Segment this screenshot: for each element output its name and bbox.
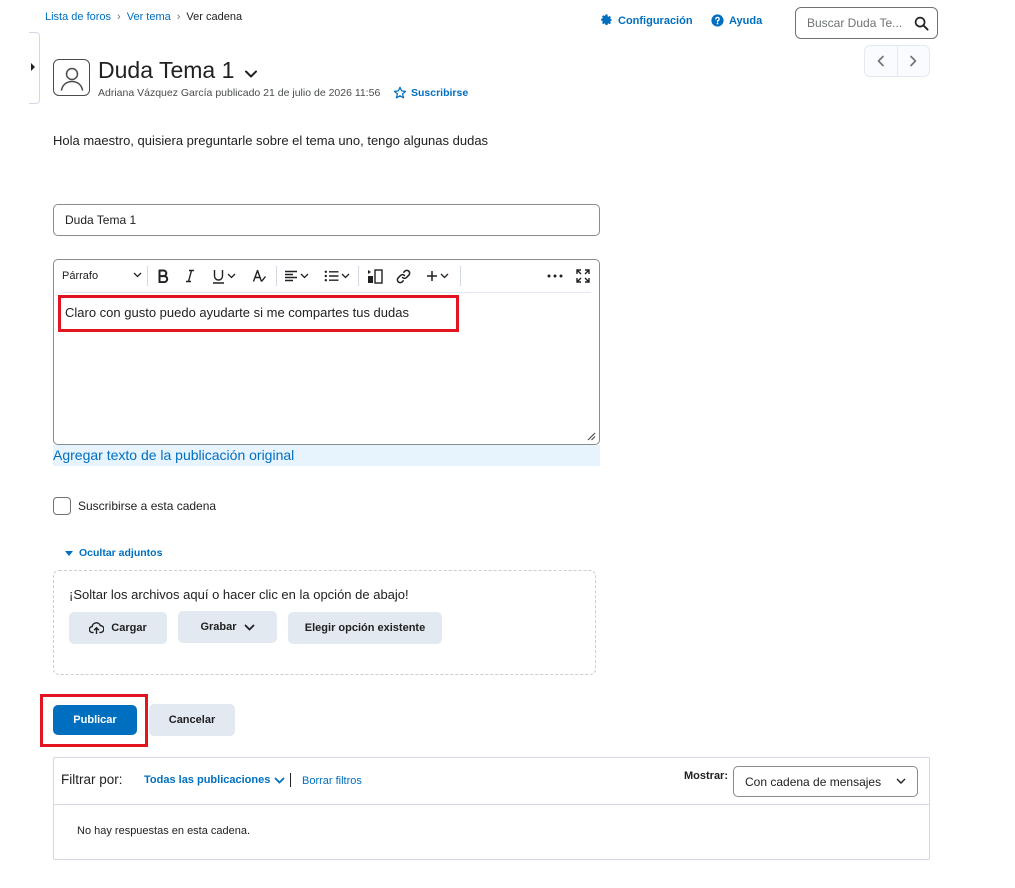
show-label: Mostrar:: [684, 770, 729, 782]
align-left-icon: [284, 270, 298, 282]
toolbar-divider: [276, 266, 277, 286]
help-link[interactable]: Ayuda: [711, 14, 762, 27]
text-color-icon: [252, 269, 267, 283]
hide-attachments-label: Ocultar adjuntos: [79, 547, 163, 559]
subscribe-link[interactable]: Suscribirse: [393, 86, 468, 100]
chevron-down-icon: [300, 273, 309, 279]
help-icon: [711, 14, 724, 27]
chevron-down-icon: [274, 777, 285, 784]
bold-button[interactable]: [157, 266, 169, 286]
subscribe-thread-checkbox[interactable]: [53, 497, 71, 515]
chevron-right-icon: [908, 55, 918, 67]
publish-button[interactable]: Publicar: [53, 705, 137, 735]
reply-subject-input[interactable]: [53, 204, 600, 236]
settings-label: Configuración: [618, 14, 693, 27]
gear-icon: [600, 14, 613, 27]
hide-attachments-toggle[interactable]: Ocultar adjuntos: [65, 547, 162, 559]
text-style-button[interactable]: [252, 266, 267, 286]
cloud-upload-icon: [89, 622, 105, 634]
fullscreen-icon: [576, 269, 590, 283]
editor-toolbar: Párrafo: [54, 260, 599, 292]
insert-stuff-button[interactable]: [367, 266, 383, 286]
italic-icon: [185, 269, 195, 283]
chevron-down-icon: [227, 273, 236, 279]
subscribe-thread-label[interactable]: Suscribirse a esta cadena: [78, 499, 216, 513]
choose-existing-button[interactable]: Elegir opción existente: [288, 612, 442, 644]
thread-pager: [864, 45, 930, 77]
user-icon: [58, 64, 86, 92]
more-horizontal-icon: [547, 274, 563, 278]
toolbar-divider: [358, 266, 359, 286]
insert-more-button[interactable]: [426, 266, 449, 286]
add-original-text-link[interactable]: Agregar texto de la publicación original: [53, 445, 600, 466]
breadcrumb: Lista de foros › Ver tema › Ver cadena: [45, 11, 242, 23]
chevron-down-icon: [244, 624, 255, 631]
caret-down-icon: [65, 550, 73, 556]
dropzone-text: ¡Soltar los archivos aquí o hacer clic e…: [69, 587, 409, 602]
breadcrumb-current: Ver cadena: [186, 11, 243, 23]
reply-editor: Párrafo Claro con gusto puedo ayudarte s…: [53, 259, 600, 445]
upload-button[interactable]: Cargar: [69, 612, 167, 644]
cancel-label: Cancelar: [168, 714, 216, 726]
list-button[interactable]: [324, 266, 350, 286]
insert-link-button[interactable]: [396, 266, 411, 286]
choose-existing-label: Elegir opción existente: [304, 622, 426, 634]
next-thread-button[interactable]: [898, 46, 930, 76]
underline-icon: [212, 269, 225, 284]
resize-grip-icon[interactable]: [586, 431, 596, 441]
bullet-list-icon: [324, 270, 339, 282]
link-icon: [396, 269, 411, 284]
post-title: Duda Tema 1: [98, 57, 235, 83]
toolbar-divider: [460, 266, 461, 286]
plus-icon: [426, 270, 438, 282]
chevron-down-icon: [133, 272, 142, 278]
filter-divider: [290, 773, 291, 787]
cancel-button[interactable]: Cancelar: [149, 704, 235, 736]
upload-label: Cargar: [111, 622, 147, 634]
post-byline: Adriana Vázquez García publicado 21 de j…: [98, 87, 381, 99]
record-label: Grabar: [200, 621, 237, 633]
search-input[interactable]: [807, 16, 913, 30]
fullscreen-button[interactable]: [576, 266, 590, 286]
chevron-down-icon: [341, 273, 350, 279]
chevron-left-icon: [876, 55, 886, 67]
no-replies-message: No hay respuestas en esta cadena.: [77, 825, 251, 837]
settings-link[interactable]: Configuración: [600, 14, 693, 27]
filter-dropdown[interactable]: Todas las publicaciones: [144, 774, 285, 786]
editor-text-highlight: [58, 295, 459, 332]
caret-right-icon: [31, 63, 35, 71]
search-icon[interactable]: [914, 16, 929, 31]
toolbar-rule: [62, 292, 591, 293]
italic-button[interactable]: [185, 266, 195, 286]
chevron-down-icon: [440, 273, 449, 279]
align-button[interactable]: [284, 266, 309, 286]
underline-button[interactable]: [212, 266, 236, 286]
previous-thread-button[interactable]: [865, 46, 897, 76]
chevron-down-icon: [896, 778, 906, 784]
format-select[interactable]: Párrafo: [62, 266, 142, 286]
toolbar-divider: [147, 266, 148, 286]
help-label: Ayuda: [729, 14, 763, 27]
clear-filters-link[interactable]: Borrar filtros: [302, 775, 362, 787]
show-select-value: Con cadena de mensajes: [745, 774, 882, 789]
search-box: [795, 7, 938, 39]
format-label: Párrafo: [62, 270, 99, 282]
subscribe-label: Suscribirse: [411, 87, 469, 99]
breadcrumb-forum-list[interactable]: Lista de foros: [45, 11, 111, 23]
bold-icon: [157, 269, 169, 283]
filter-value: Todas las publicaciones: [144, 774, 271, 786]
breadcrumb-separator: ›: [117, 11, 121, 23]
star-icon: [393, 86, 407, 100]
insert-stuff-icon: [367, 268, 383, 284]
more-options-button[interactable]: [547, 266, 563, 286]
post-body: Hola maestro, quisiera preguntarle sobre…: [53, 133, 489, 148]
filter-label: Filtrar por:: [61, 772, 123, 787]
post-actions-chevron-icon[interactable]: [244, 69, 258, 79]
show-select[interactable]: Con cadena de mensajes: [733, 766, 918, 797]
record-button[interactable]: Grabar: [178, 611, 277, 643]
breadcrumb-view-topic[interactable]: Ver tema: [127, 11, 171, 23]
breadcrumb-separator: ›: [176, 11, 181, 23]
avatar: [53, 59, 90, 96]
